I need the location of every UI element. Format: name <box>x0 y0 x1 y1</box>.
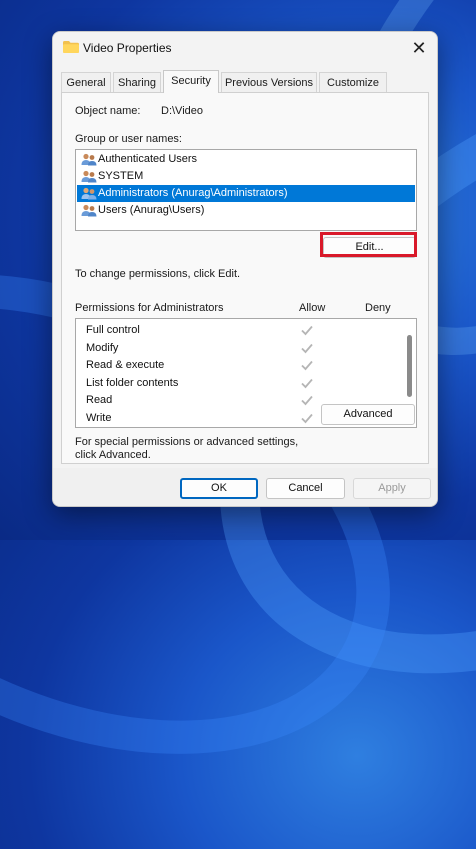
folder-icon <box>63 41 79 53</box>
users-list[interactable]: Authenticated Users SYSTEM Administrator… <box>75 149 417 231</box>
deny-column-header: Deny <box>365 302 391 314</box>
object-name-label: Object name: <box>75 105 141 117</box>
permission-row: Full control <box>76 322 398 339</box>
users-group-icon <box>81 204 97 217</box>
change-permissions-text: To change permissions, click Edit. <box>75 268 241 280</box>
dialog-footer: OK Cancel Apply <box>53 468 437 506</box>
tab-sharing[interactable]: Sharing <box>113 72 161 92</box>
user-name: Administrators (Anurag\Administrators) <box>98 187 288 199</box>
checkmark-icon <box>301 343 313 353</box>
scrollbar-thumb[interactable] <box>407 335 412 397</box>
list-item-selected[interactable]: Administrators (Anurag\Administrators) <box>77 185 415 202</box>
checkmark-icon <box>301 360 313 371</box>
permission-name: Modify <box>86 341 119 354</box>
advanced-help-text-line1: For special permissions or advanced sett… <box>75 436 299 448</box>
user-name: Authenticated Users <box>98 153 198 165</box>
user-name: Users (Anurag\Users) <box>98 204 205 216</box>
ok-button[interactable]: OK <box>180 478 258 499</box>
tab-general[interactable]: General <box>61 72 111 92</box>
list-item[interactable]: SYSTEM <box>77 168 415 185</box>
permission-row: List folder contents <box>76 375 398 392</box>
checkmark-icon <box>301 325 313 336</box>
permission-name: Read & execute <box>86 359 165 371</box>
tab-previous-versions[interactable]: Previous Versions <box>221 72 317 92</box>
checkmark-icon <box>301 378 313 388</box>
users-group-icon <box>81 170 97 183</box>
advanced-help-text-line2: click Advanced. <box>75 449 151 461</box>
group-or-user-names-label: Group or user names: <box>75 133 182 145</box>
close-icon: ✕ <box>411 38 427 58</box>
close-button[interactable]: ✕ <box>409 38 429 58</box>
title-bar[interactable]: Video Properties ✕ <box>53 32 437 64</box>
tab-security[interactable]: Security <box>163 70 219 93</box>
permission-row: Read & execute <box>76 357 398 374</box>
apply-button[interactable]: Apply <box>353 478 431 499</box>
window-title: Video Properties <box>83 41 172 55</box>
permission-name: List folder contents <box>86 376 179 389</box>
tab-customize[interactable]: Customize <box>319 72 387 92</box>
checkmark-icon <box>301 395 313 406</box>
properties-dialog: Video Properties ✕ General Sharing Secur… <box>52 31 438 507</box>
users-group-icon <box>81 153 97 166</box>
list-item[interactable]: Users (Anurag\Users) <box>77 202 415 219</box>
list-item[interactable]: Authenticated Users <box>77 151 415 168</box>
checkmark-icon <box>301 413 313 423</box>
object-name-value: D:\Video <box>161 105 203 117</box>
edit-highlight-box <box>320 232 417 257</box>
permission-name: Read <box>86 394 113 406</box>
permission-row: Modify <box>76 340 398 357</box>
permission-name: Full control <box>86 324 140 336</box>
users-group-icon <box>81 187 97 200</box>
user-name: SYSTEM <box>98 170 144 182</box>
allow-column-header: Allow <box>299 302 326 314</box>
permission-name: Write <box>86 411 112 424</box>
cancel-button[interactable]: Cancel <box>266 478 345 499</box>
permissions-for-label: Permissions for Administrators <box>75 302 224 314</box>
advanced-button[interactable]: Advanced <box>321 404 415 425</box>
